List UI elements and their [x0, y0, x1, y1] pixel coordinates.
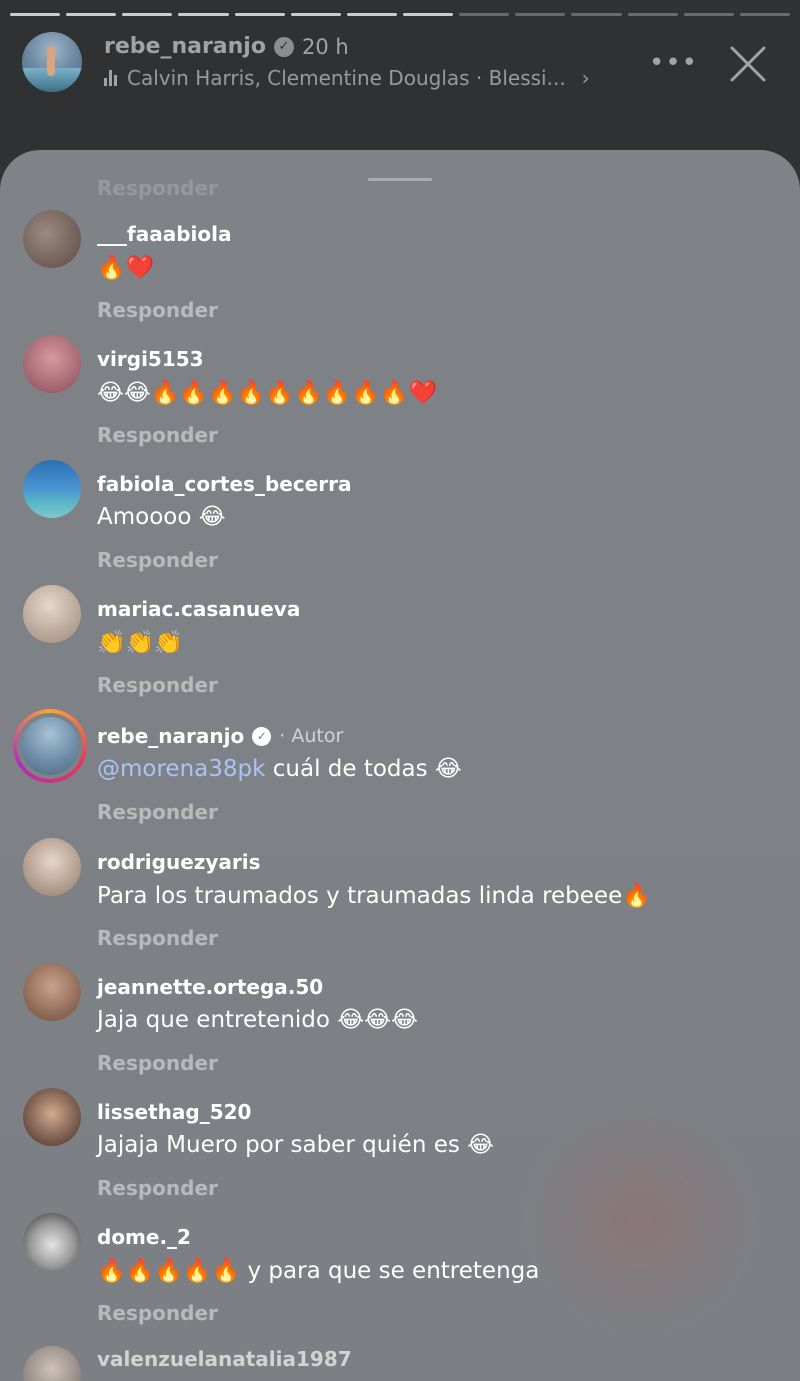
comment-text: 🔥❤️	[97, 255, 155, 281]
comment-item: ___faaabiola 🔥❤️ Responder	[0, 210, 800, 342]
comment-avatar[interactable]	[23, 210, 81, 268]
comment-username[interactable]: valenzuelanatalia1987	[97, 1347, 352, 1371]
comment-text: 😂😂🔥🔥🔥🔥🔥🔥🔥🔥🔥❤️	[97, 380, 438, 406]
progress-segment	[178, 13, 229, 16]
progress-segment	[290, 13, 341, 16]
progress-segment	[683, 13, 734, 16]
comment-item: fabiola_cortes_becerra Amoooo 😂 Responde…	[0, 460, 800, 592]
reply-link[interactable]: Responder	[97, 548, 218, 572]
comment-text: cuál de todas 😂	[265, 756, 462, 782]
comment-text: 🔥🔥🔥🔥🔥 y para que se entretenga	[97, 1258, 540, 1284]
close-icon[interactable]	[728, 44, 768, 84]
story-progress	[10, 13, 790, 16]
sheet-grab-handle[interactable]	[368, 178, 432, 181]
comment-avatar[interactable]	[23, 1213, 81, 1271]
comment-username[interactable]: lissethag_520	[97, 1100, 251, 1124]
comment-username[interactable]: mariac.casanueva	[97, 597, 300, 621]
reply-link[interactable]: Responder	[97, 298, 218, 322]
story-username[interactable]: rebe_naranjo	[104, 34, 266, 59]
comment-item-author: rebe_naranjo ✓ · Autor @morena38pk cuál …	[0, 709, 800, 844]
verified-badge-icon: ✓	[252, 726, 272, 746]
reply-link[interactable]: Responder	[97, 1301, 218, 1325]
reply-link[interactable]: Responder	[97, 926, 218, 950]
story-screen: rebe_naranjo ✓ 20 h Calvin Harris, Cleme…	[0, 0, 800, 1381]
music-bars-icon	[104, 70, 117, 86]
comment-avatar[interactable]	[23, 460, 81, 518]
reply-link[interactable]: Responder	[97, 673, 218, 697]
story-music[interactable]: Calvin Harris, Clementine Douglas · Bles…	[104, 66, 590, 90]
progress-segment	[459, 13, 510, 16]
comment-item: virgi5153 😂😂🔥🔥🔥🔥🔥🔥🔥🔥🔥❤️ Responder	[0, 335, 800, 467]
mention-link[interactable]: @morena38pk	[97, 756, 265, 782]
progress-segment	[10, 13, 61, 16]
progress-segment	[66, 13, 117, 16]
comment-item: rodriguezyaris Para los traumados y trau…	[0, 838, 800, 970]
story-time: 20 h	[301, 34, 349, 59]
comment-avatar[interactable]	[23, 1346, 81, 1381]
comments-sheet: Responder ___faaabiola 🔥❤️ Responder vir…	[0, 150, 800, 1381]
story-header: rebe_naranjo ✓ 20 h Calvin Harris, Cleme…	[22, 30, 784, 94]
reply-link[interactable]: Responder	[97, 1051, 218, 1075]
comment-username[interactable]: rebe_naranjo	[97, 724, 244, 748]
comment-username[interactable]: virgi5153	[97, 347, 204, 371]
comment-text: Para los traumados y traumadas linda reb…	[97, 883, 651, 909]
comment-text: Jajaja Muero por saber quién es 😂	[97, 1132, 495, 1158]
comment-avatar[interactable]	[23, 963, 81, 1021]
comment-text: Jaja que entretenido 😂😂😂	[97, 1007, 418, 1033]
story-avatar[interactable]	[22, 32, 82, 92]
comment-text: Amoooo 😂	[97, 504, 226, 530]
progress-segment	[571, 13, 622, 16]
comment-item: mariac.casanueva 👏👏👏 Responder	[0, 585, 800, 717]
author-label: · Autor	[279, 725, 344, 747]
reply-link[interactable]: Responder	[97, 423, 218, 447]
progress-segment	[739, 13, 790, 16]
comment-item: dome._2 🔥🔥🔥🔥🔥 y para que se entretenga R…	[0, 1213, 800, 1345]
reply-link[interactable]: Responder	[97, 1176, 218, 1200]
progress-segment	[402, 13, 454, 16]
author-story-ring-avatar[interactable]	[13, 709, 87, 783]
comment-avatar[interactable]	[23, 335, 81, 393]
more-dots-icon[interactable]: •••	[649, 48, 698, 78]
comment-item: jeannette.ortega.50 Jaja que entretenido…	[0, 963, 800, 1095]
faded-reply-link[interactable]: Responder	[97, 176, 218, 200]
comment-avatar[interactable]	[23, 1088, 81, 1146]
comment-text: 👏👏👏	[97, 630, 183, 656]
progress-segment	[234, 13, 285, 16]
comment-item: lissethag_520 Jajaja Muero por saber qui…	[0, 1088, 800, 1220]
reply-link[interactable]: Responder	[97, 800, 218, 824]
progress-segment	[627, 13, 678, 16]
comment-username[interactable]: rodriguezyaris	[97, 850, 261, 874]
comment-username[interactable]: ___faaabiola	[97, 222, 231, 246]
comment-avatar[interactable]	[23, 585, 81, 643]
comment-username[interactable]: jeannette.ortega.50	[97, 975, 323, 999]
chevron-right-icon: ›	[581, 66, 590, 90]
comment-username[interactable]: fabiola_cortes_becerra	[97, 472, 351, 496]
progress-segment	[346, 13, 397, 16]
progress-segment	[515, 13, 566, 16]
progress-segment	[122, 13, 173, 16]
verified-badge-icon: ✓	[273, 36, 294, 57]
comment-avatar[interactable]	[23, 838, 81, 896]
comment-username[interactable]: dome._2	[97, 1225, 191, 1249]
story-username-row[interactable]: rebe_naranjo ✓ 20 h	[104, 34, 349, 59]
story-music-text: Calvin Harris, Clementine Douglas · Bles…	[127, 66, 566, 90]
